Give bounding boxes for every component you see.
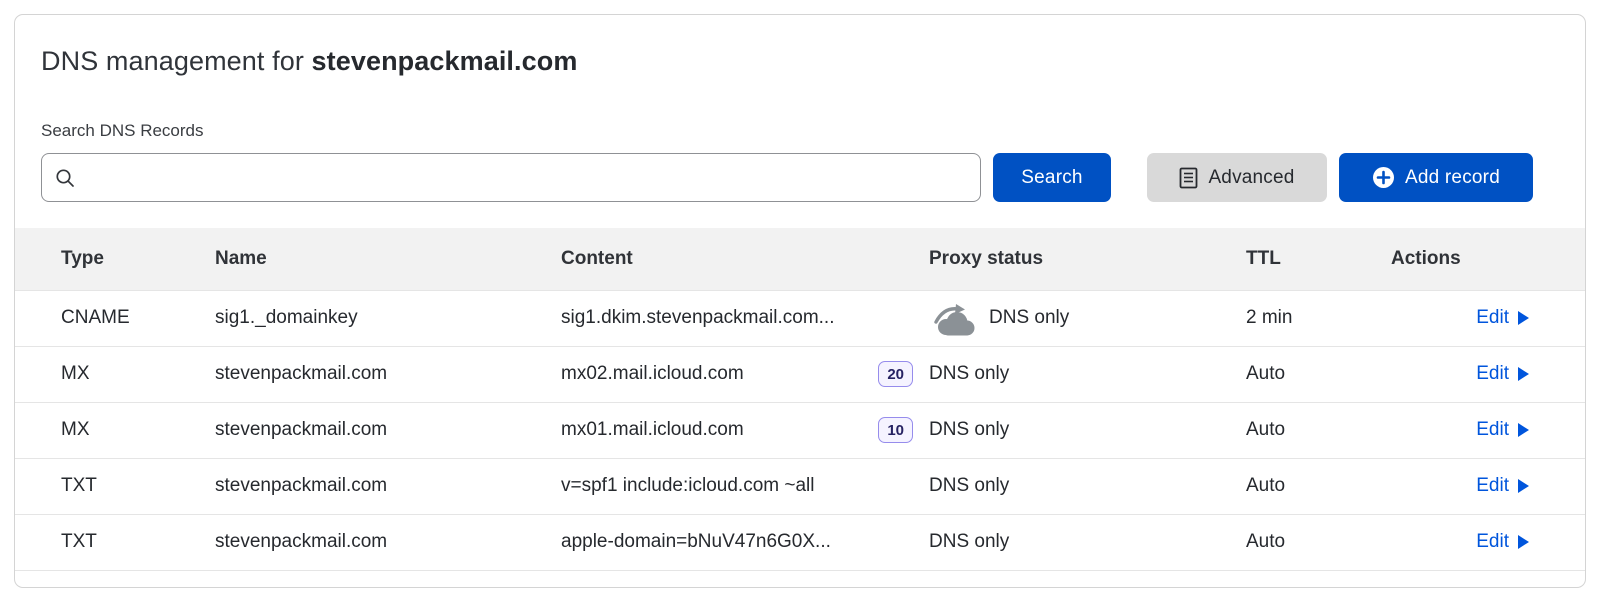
dns-records-table: Type Name Content Proxy status TTL Actio… (15, 228, 1585, 571)
mx-priority-badge: 10 (878, 417, 913, 443)
edit-record-link[interactable]: Edit (1476, 363, 1529, 385)
page-title-domain: stevenpackmail.com (312, 46, 578, 76)
edit-link-label: Edit (1476, 475, 1509, 497)
record-name: stevenpackmail.com (215, 458, 561, 514)
record-type: TXT (15, 514, 215, 570)
edit-link-label: Edit (1476, 307, 1509, 329)
triangle-right-icon (1518, 423, 1529, 437)
header-content: Content (561, 228, 929, 290)
record-proxy-status: DNS only (929, 290, 1246, 346)
table-row: MX stevenpackmail.com mx01.mail.icloud.c… (15, 402, 1585, 458)
triangle-right-icon (1518, 367, 1529, 381)
page-title: DNS management for stevenpackmail.com (41, 46, 1559, 77)
search-controls-row: Search Advanced Add record (41, 153, 1585, 202)
table-row: CNAME sig1._domainkey sig1.dkim.stevenpa… (15, 290, 1585, 346)
advanced-list-icon (1179, 167, 1198, 189)
record-name: sig1._domainkey (215, 290, 561, 346)
record-actions: Edit (1383, 290, 1585, 346)
search-input[interactable] (84, 154, 968, 201)
record-proxy-status: DNS only (929, 346, 1246, 402)
edit-link-label: Edit (1476, 419, 1509, 441)
record-name: stevenpackmail.com (215, 402, 561, 458)
record-proxy-status: DNS only (929, 458, 1246, 514)
record-ttl: Auto (1246, 514, 1383, 570)
record-name: stevenpackmail.com (215, 346, 561, 402)
edit-link-label: Edit (1476, 531, 1509, 553)
record-content-text: mx01.mail.icloud.com (561, 419, 744, 441)
search-icon (54, 167, 76, 189)
dns-only-cloud-icon (929, 300, 975, 336)
triangle-right-icon (1518, 479, 1529, 493)
edit-link-label: Edit (1476, 363, 1509, 385)
record-content: sig1.dkim.stevenpackmail.com... (561, 290, 929, 346)
advanced-button-label: Advanced (1208, 167, 1294, 189)
page-title-prefix: DNS management for (41, 46, 312, 76)
record-ttl: Auto (1246, 402, 1383, 458)
advanced-button[interactable]: Advanced (1147, 153, 1327, 202)
record-type: CNAME (15, 290, 215, 346)
header-ttl: TTL (1246, 228, 1383, 290)
record-type: MX (15, 402, 215, 458)
dns-management-card: DNS management for stevenpackmail.com Se… (14, 14, 1586, 588)
plus-circle-icon (1372, 166, 1395, 189)
header-proxy-status: Proxy status (929, 228, 1246, 290)
record-actions: Edit (1383, 514, 1585, 570)
record-ttl: Auto (1246, 346, 1383, 402)
record-content: v=spf1 include:icloud.com ~all (561, 458, 929, 514)
edit-record-link[interactable]: Edit (1476, 307, 1529, 329)
edit-record-link[interactable]: Edit (1476, 531, 1529, 553)
search-button-label: Search (1021, 167, 1082, 189)
edit-record-link[interactable]: Edit (1476, 475, 1529, 497)
record-actions: Edit (1383, 346, 1585, 402)
record-proxy-status: DNS only (929, 514, 1246, 570)
add-record-button[interactable]: Add record (1339, 153, 1533, 202)
record-proxy-status: DNS only (929, 402, 1246, 458)
table-row: TXT stevenpackmail.com v=spf1 include:ic… (15, 458, 1585, 514)
edit-record-link[interactable]: Edit (1476, 419, 1529, 441)
header-name: Name (215, 228, 561, 290)
record-content: apple-domain=bNuV47n6G0X... (561, 514, 929, 570)
table-header-row: Type Name Content Proxy status TTL Actio… (15, 228, 1585, 290)
add-record-button-label: Add record (1405, 167, 1500, 189)
record-content-text: mx02.mail.icloud.com (561, 363, 744, 385)
header-actions: Actions (1383, 228, 1585, 290)
record-type: MX (15, 346, 215, 402)
mx-priority-badge: 20 (878, 361, 913, 387)
triangle-right-icon (1518, 311, 1529, 325)
record-actions: Edit (1383, 458, 1585, 514)
record-type: TXT (15, 458, 215, 514)
record-ttl: 2 min (1246, 290, 1383, 346)
triangle-right-icon (1518, 535, 1529, 549)
search-box[interactable] (41, 153, 981, 202)
record-ttl: Auto (1246, 458, 1383, 514)
table-row: TXT stevenpackmail.com apple-domain=bNuV… (15, 514, 1585, 570)
search-dns-records-label: Search DNS Records (41, 121, 1559, 141)
proxy-status-text: DNS only (989, 307, 1069, 329)
table-row: MX stevenpackmail.com mx02.mail.icloud.c… (15, 346, 1585, 402)
record-actions: Edit (1383, 402, 1585, 458)
record-content: mx01.mail.icloud.com 10 (561, 402, 929, 458)
search-button[interactable]: Search (993, 153, 1111, 202)
record-content: mx02.mail.icloud.com 20 (561, 346, 929, 402)
record-name: stevenpackmail.com (215, 514, 561, 570)
header-type: Type (15, 228, 215, 290)
